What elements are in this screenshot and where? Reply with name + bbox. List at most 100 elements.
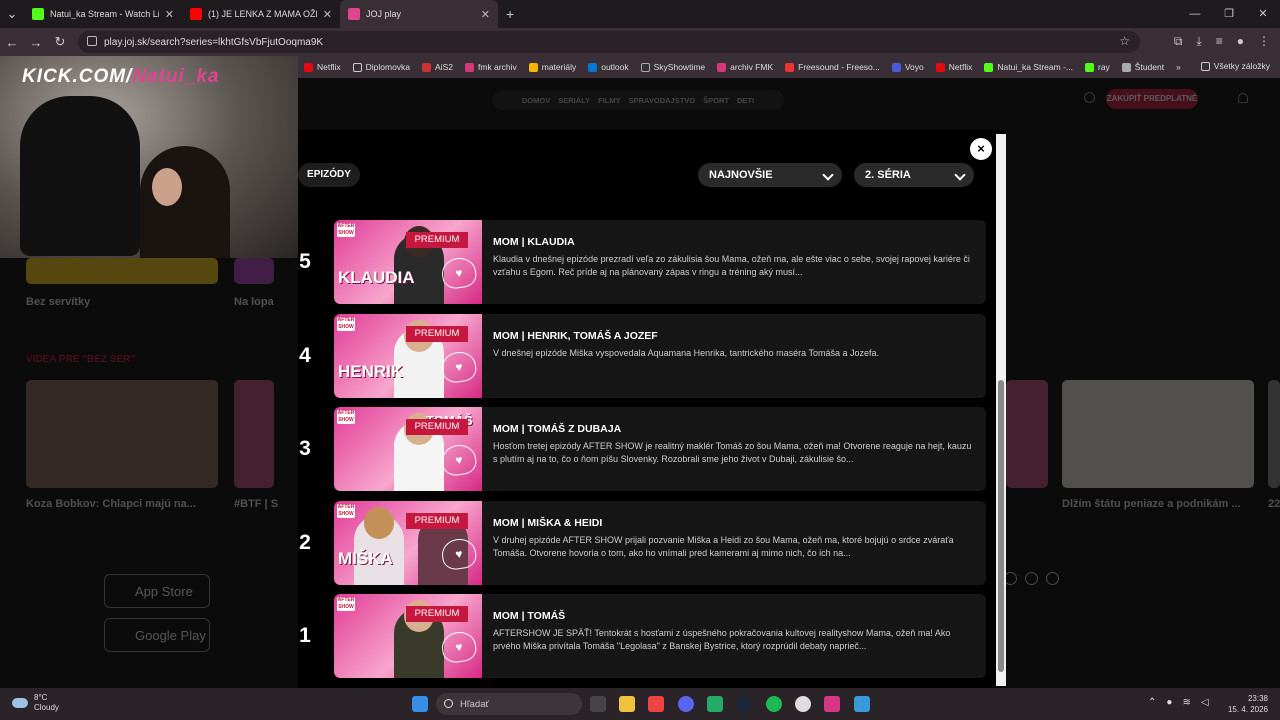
- restore-icon[interactable]: ❐: [1212, 0, 1246, 28]
- bookmark-item[interactable]: materiály: [523, 62, 582, 72]
- episode-title[interactable]: MOM | TOMÁŠ Z DUBAJA: [493, 423, 621, 435]
- profile-icon[interactable]: ●: [1237, 34, 1244, 49]
- bookmark-item[interactable]: Netflix: [298, 62, 347, 72]
- episode-thumbnail[interactable]: AFTER SHOW KLAUDIA ♥ PREMIUM: [334, 220, 482, 304]
- close-icon[interactable]: ✕: [323, 8, 332, 21]
- tab-youtube[interactable]: (1) JE LENKA Z MAMA OŽEŇ M ✕: [182, 0, 340, 28]
- season-dropdown[interactable]: 2. SÉRIA: [854, 163, 974, 187]
- download-icon[interactable]: ⤓: [1196, 34, 1201, 49]
- season-value: 2. SÉRIA: [865, 169, 911, 181]
- episodes-tab[interactable]: EPIZÓDY: [298, 163, 360, 187]
- nav-item[interactable]: DOMOV: [522, 96, 550, 105]
- more-bookmarks-icon[interactable]: »: [1170, 62, 1187, 72]
- episode-row[interactable]: 3 AFTERSHOW TOMÁŠ ♥ PREMIUM MOM | TOMÁŠ …: [298, 407, 986, 491]
- all-bookmarks[interactable]: Všetky záložky: [1200, 61, 1270, 71]
- microphone-icon[interactable]: ●: [1166, 697, 1172, 708]
- discord-icon[interactable]: [678, 696, 694, 712]
- episode-thumbnail[interactable]: AFTER SHOW HENRIK ♥ PREMIUM: [334, 314, 482, 398]
- reading-list-icon[interactable]: ≡: [1216, 34, 1223, 49]
- subscribe-button[interactable]: ZAKÚPIŤ PREDPLATNÉ: [1106, 89, 1198, 109]
- bookmark-item[interactable]: ray: [1079, 62, 1116, 72]
- episode-thumbnail[interactable]: AFTER SHOW MIŠKA ♥ PREMIUM: [334, 501, 482, 585]
- episode-card[interactable]: AFTERSHOW TOMÁŠ ♥ PREMIUM MOM | TOMÁŠ Z …: [334, 407, 986, 491]
- url-bar[interactable]: play.joj.sk/search?series=lkhtGfsVbFjutO…: [78, 31, 1140, 53]
- episode-card[interactable]: AFTER SHOW ♥ PREMIUM MOM | TOMÁŠ AFTERSHO…: [334, 594, 986, 678]
- app-icon[interactable]: [795, 696, 811, 712]
- site-info-icon[interactable]: [87, 36, 97, 46]
- menu-icon[interactable]: ⋮: [1258, 34, 1270, 49]
- tab-kick[interactable]: Natui_ka Stream - Watch Live o ✕: [24, 0, 182, 28]
- bookmark-item[interactable]: Voyo: [886, 62, 930, 72]
- bookmark-item[interactable]: Študent: [1116, 62, 1170, 72]
- episode-title[interactable]: MOM | KLAUDIA: [493, 236, 575, 248]
- instagram-icon[interactable]: [1046, 572, 1059, 585]
- close-window-icon[interactable]: ✕: [1246, 0, 1280, 28]
- minimize-icon[interactable]: —: [1178, 0, 1212, 28]
- tab-list-button[interactable]: ⌄: [0, 6, 24, 22]
- bookmark-star-icon[interactable]: ☆: [1119, 34, 1130, 48]
- bookmark-item[interactable]: Natui_ka Stream -...: [978, 62, 1079, 72]
- forward-icon[interactable]: →: [24, 35, 48, 50]
- file-explorer-icon[interactable]: [619, 696, 635, 712]
- mama-logo: ♥: [440, 442, 478, 478]
- nav-item[interactable]: SERIÁLY: [558, 96, 590, 105]
- episode-thumbnail[interactable]: AFTER SHOW ♥ PREMIUM: [334, 594, 482, 678]
- bookmark-item[interactable]: outlook: [582, 62, 634, 72]
- windows-start-icon[interactable]: [412, 696, 428, 712]
- episode-title[interactable]: MOM | TOMÁŠ: [493, 610, 565, 622]
- episode-row[interactable]: 4 AFTER SHOW HENRIK ♥ PREMIUM MOM | HENRI…: [298, 314, 986, 398]
- bookmark-item[interactable]: AiS2: [416, 62, 459, 72]
- bookmark-item[interactable]: Diplomovka: [347, 62, 416, 72]
- spotify-icon[interactable]: [766, 696, 782, 712]
- chrome-icon[interactable]: [648, 696, 664, 712]
- episode-title[interactable]: MOM | HENRIK, TOMÁŠ A JOZEF: [493, 330, 658, 342]
- bookmark-item[interactable]: archiv FMK: [711, 62, 779, 72]
- taskbar-search[interactable]: Hľadať: [436, 693, 582, 715]
- google-play-badge[interactable]: Google Play: [104, 618, 210, 652]
- episode-card[interactable]: AFTER SHOW MIŠKA ♥ PREMIUM MOM | MIŠKA & …: [334, 501, 986, 585]
- episode-card[interactable]: AFTER SHOW KLAUDIA ♥ PREMIUM MOM | KLAUDI…: [334, 220, 986, 304]
- search-icon[interactable]: [1084, 92, 1095, 103]
- episode-card[interactable]: AFTER SHOW HENRIK ♥ PREMIUM MOM | HENRIK,…: [334, 314, 986, 398]
- bookmark-item[interactable]: fmk archiv: [459, 62, 523, 72]
- app-icon[interactable]: [707, 696, 723, 712]
- user-icon[interactable]: [1238, 93, 1248, 103]
- reload-icon[interactable]: ↻: [48, 34, 72, 50]
- episode-row[interactable]: 1 AFTER SHOW ♥ PREMIUM MOM | TOMÁŠ AFTERS…: [298, 594, 986, 678]
- modal-scrollbar[interactable]: [996, 134, 1006, 686]
- app-store-badge[interactable]: App Store: [104, 574, 210, 608]
- steam-icon[interactable]: [736, 696, 752, 712]
- extensions-icon[interactable]: ⧉: [1174, 34, 1183, 49]
- nav-item[interactable]: ŠPORT: [703, 96, 729, 105]
- new-tab-button[interactable]: +: [498, 6, 522, 22]
- episode-row[interactable]: 5 AFTER SHOW KLAUDIA ♥ PREMIUM MOM | KLAU…: [298, 220, 986, 304]
- bookmark-item[interactable]: Netflix: [930, 62, 979, 72]
- wifi-icon[interactable]: ≋: [1182, 697, 1190, 708]
- close-icon[interactable]: ✕: [481, 8, 490, 21]
- weather-widget[interactable]: 8°C Cloudy: [12, 693, 59, 713]
- scrollbar-thumb[interactable]: [998, 380, 1004, 672]
- bookmark-item[interactable]: SkyShowtime: [635, 62, 712, 72]
- chevron-down-icon: [822, 169, 834, 181]
- task-view-icon[interactable]: [590, 696, 606, 712]
- sort-dropdown[interactable]: NAJNOVŠIE: [698, 163, 842, 187]
- bookmark-item[interactable]: Freesound - Freeso...: [779, 62, 886, 72]
- student-icon: [1121, 62, 1131, 72]
- tab-title: JOJ play: [366, 9, 402, 19]
- episode-title[interactable]: MOM | MIŠKA & HEIDI: [493, 517, 602, 529]
- streaming-app-icon[interactable]: [824, 696, 840, 712]
- tab-jojplay[interactable]: JOJ play ✕: [340, 0, 498, 28]
- clock[interactable]: 23:38 15. 4. 2026: [1222, 693, 1268, 715]
- nav-item[interactable]: SPRAVODAJSTVO: [629, 96, 696, 105]
- nav-item[interactable]: DETI: [737, 96, 754, 105]
- close-icon[interactable]: ✕: [165, 8, 174, 21]
- back-icon[interactable]: ←: [0, 35, 24, 50]
- episode-thumbnail[interactable]: AFTERSHOW TOMÁŠ ♥ PREMIUM: [334, 407, 482, 491]
- app-icon[interactable]: [854, 696, 870, 712]
- chevron-up-icon[interactable]: ⌃: [1148, 697, 1156, 708]
- volume-icon[interactable]: ◁: [1201, 697, 1209, 708]
- facebook-icon[interactable]: [1025, 572, 1038, 585]
- nav-item[interactable]: FILMY: [598, 96, 621, 105]
- episode-row[interactable]: 2 AFTER SHOW MIŠKA ♥ PREMIUM MOM | MIŠKA …: [298, 501, 986, 585]
- close-modal-button[interactable]: ×: [970, 138, 992, 160]
